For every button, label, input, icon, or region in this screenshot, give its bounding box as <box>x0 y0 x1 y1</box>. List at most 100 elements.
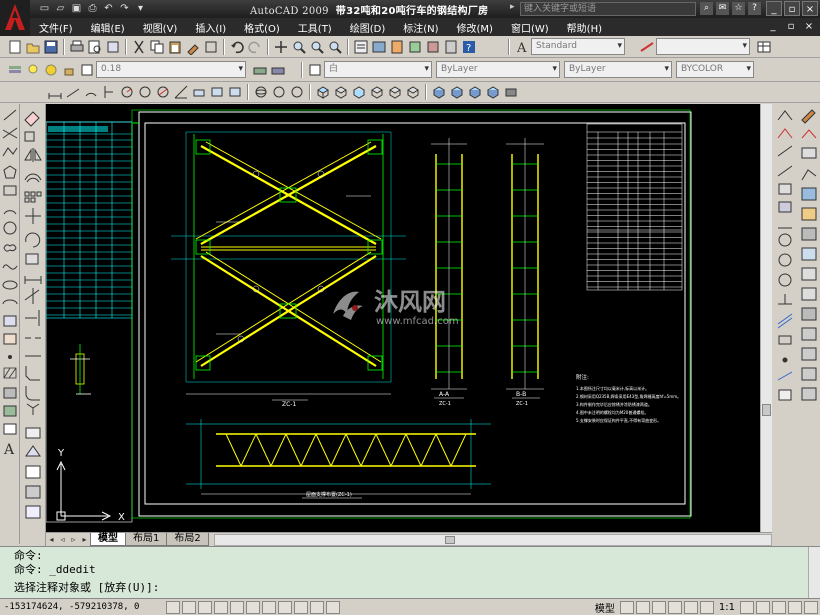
command-prompt[interactable]: 选择注释对象或 [放弃(U)]: <box>14 581 159 595</box>
layer-color-icon[interactable] <box>79 62 95 78</box>
polar-toggle-icon[interactable] <box>214 600 228 614</box>
lineweight-select[interactable]: ByLayer <box>564 61 672 78</box>
workspace-icon[interactable] <box>772 600 786 614</box>
open-file-icon[interactable] <box>25 39 41 55</box>
calculator-icon[interactable] <box>443 39 459 55</box>
match-properties-icon[interactable] <box>185 39 201 56</box>
auto-scale-icon[interactable] <box>756 600 770 614</box>
plot-icon[interactable] <box>69 39 85 55</box>
menu-format[interactable]: 格式(O) <box>235 20 289 35</box>
search-input[interactable]: 键入关键字或短语 <box>520 2 696 16</box>
pan-status-icon[interactable] <box>651 600 666 614</box>
radius-dim-icon[interactable] <box>119 84 135 100</box>
menu-help[interactable]: 帮助(H) <box>558 20 611 35</box>
help-icon[interactable]: ? <box>748 2 761 15</box>
layer-previous-icon[interactable] <box>270 62 286 78</box>
tab-model[interactable]: 模型 <box>90 533 126 546</box>
drawing-canvas[interactable]: ZC-1 A-A ZC-1 B-B ZC-1 附注: 1.本图所注尺寸均以毫米计… <box>46 104 760 532</box>
menu-file[interactable]: 文件(F) <box>30 20 82 35</box>
publish-icon[interactable] <box>105 39 121 55</box>
text-style-icon[interactable]: A <box>514 39 530 56</box>
menu-tools[interactable]: 工具(T) <box>289 20 341 35</box>
tool-palettes-icon[interactable] <box>389 39 405 55</box>
color-select[interactable]: 白 <box>324 61 432 78</box>
quick-view-drawings-icon[interactable] <box>635 600 650 614</box>
horizontal-scrollbar[interactable] <box>213 534 772 546</box>
qa-dropdown-icon[interactable]: ▾ <box>134 2 147 15</box>
new-icon[interactable]: ▭ <box>38 2 51 15</box>
menu-modify[interactable]: 修改(M) <box>448 20 502 35</box>
design-center-icon[interactable] <box>371 39 387 55</box>
markup-icon[interactable] <box>425 39 441 55</box>
menu-dimension[interactable]: 标注(N) <box>394 20 447 35</box>
ne-iso-icon[interactable] <box>467 84 483 100</box>
autocad-logo[interactable] <box>0 0 30 36</box>
continue-dim-icon[interactable] <box>227 84 243 100</box>
tab-layout1[interactable]: 布局1 <box>125 533 168 546</box>
menu-insert[interactable]: 插入(I) <box>186 20 235 35</box>
dim-style-icon[interactable] <box>639 39 655 55</box>
vertical-scroll-thumb[interactable] <box>762 404 771 416</box>
layer-manager-icon[interactable] <box>7 62 23 78</box>
layer-on-icon[interactable] <box>25 62 41 78</box>
coordinate-display[interactable]: -153174624, -579210378, 0 <box>0 602 165 612</box>
command-window[interactable]: 命令: 命令: _ddedit 选择注释对象或 [放弃(U)]: <box>0 546 820 599</box>
make-current-layer-icon[interactable] <box>252 62 268 78</box>
otrack-toggle-icon[interactable] <box>246 600 260 614</box>
ordinate-dim-icon[interactable] <box>101 84 117 100</box>
menu-draw[interactable]: 绘图(D) <box>341 20 395 35</box>
camera-icon[interactable] <box>503 84 519 100</box>
next-tab-icon[interactable]: ▹ <box>68 534 79 546</box>
first-tab-icon[interactable]: ◂ <box>46 534 57 546</box>
nw-iso-icon[interactable] <box>485 84 501 100</box>
ducs-toggle-icon[interactable] <box>262 600 276 614</box>
paste-icon[interactable] <box>167 39 183 55</box>
favorites-icon[interactable]: ☆ <box>732 2 745 15</box>
table-style-icon[interactable] <box>756 39 772 55</box>
front-view-icon[interactable] <box>387 84 403 100</box>
3d-orbit-icon[interactable] <box>253 84 269 100</box>
linear-dim-icon[interactable] <box>47 84 63 100</box>
clean-screen-icon[interactable] <box>804 600 818 614</box>
sw-iso-icon[interactable] <box>431 84 447 100</box>
annotation-visibility-icon[interactable] <box>740 600 754 614</box>
save-icon[interactable]: ▣ <box>70 2 83 15</box>
continuous-orbit-icon[interactable] <box>289 84 305 100</box>
free-orbit-icon[interactable] <box>271 84 287 100</box>
undo-icon[interactable] <box>229 39 245 55</box>
ortho-toggle-icon[interactable] <box>198 600 212 614</box>
block-editor-icon[interactable] <box>203 39 219 55</box>
minimize-button[interactable]: _ <box>766 1 782 16</box>
zoom-previous-icon[interactable] <box>327 39 343 55</box>
steering-wheel-icon[interactable] <box>683 600 698 614</box>
zoom-realtime-icon[interactable] <box>291 39 307 55</box>
save-file-icon[interactable] <box>43 39 59 55</box>
comm-center-icon[interactable]: ✉ <box>716 2 729 15</box>
undo-icon[interactable]: ↶ <box>102 2 115 15</box>
quick-view-layouts-icon[interactable] <box>619 600 634 614</box>
quick-dim-icon[interactable] <box>191 84 207 100</box>
se-iso-icon[interactable] <box>449 84 465 100</box>
new-file-icon[interactable] <box>7 39 23 55</box>
prev-tab-icon[interactable]: ◃ <box>57 534 68 546</box>
menu-view[interactable]: 视图(V) <box>134 20 187 35</box>
angular-dim-icon[interactable] <box>173 84 189 100</box>
doc-restore-button[interactable]: ▫ <box>784 21 798 33</box>
layer-select[interactable]: 0.18 <box>96 61 246 78</box>
aligned-dim-icon[interactable] <box>65 84 81 100</box>
back-view-icon[interactable] <box>405 84 421 100</box>
layer-thaw-icon[interactable] <box>43 62 59 78</box>
last-tab-icon[interactable]: ▸ <box>79 534 90 546</box>
osnap-toggle-icon[interactable] <box>230 600 244 614</box>
layer-unlock-icon[interactable] <box>61 62 77 78</box>
jogged-dim-icon[interactable] <box>137 84 153 100</box>
diameter-dim-icon[interactable] <box>155 84 171 100</box>
qp-toggle-icon[interactable] <box>310 600 324 614</box>
grid-toggle-icon[interactable] <box>182 600 196 614</box>
arc-length-icon[interactable] <box>83 84 99 100</box>
top-view-icon[interactable] <box>315 84 331 100</box>
right-view-icon[interactable] <box>369 84 385 100</box>
dim-style-select[interactable] <box>656 38 750 55</box>
showmotion-icon[interactable] <box>699 600 714 614</box>
lwt-toggle-icon[interactable] <box>294 600 308 614</box>
